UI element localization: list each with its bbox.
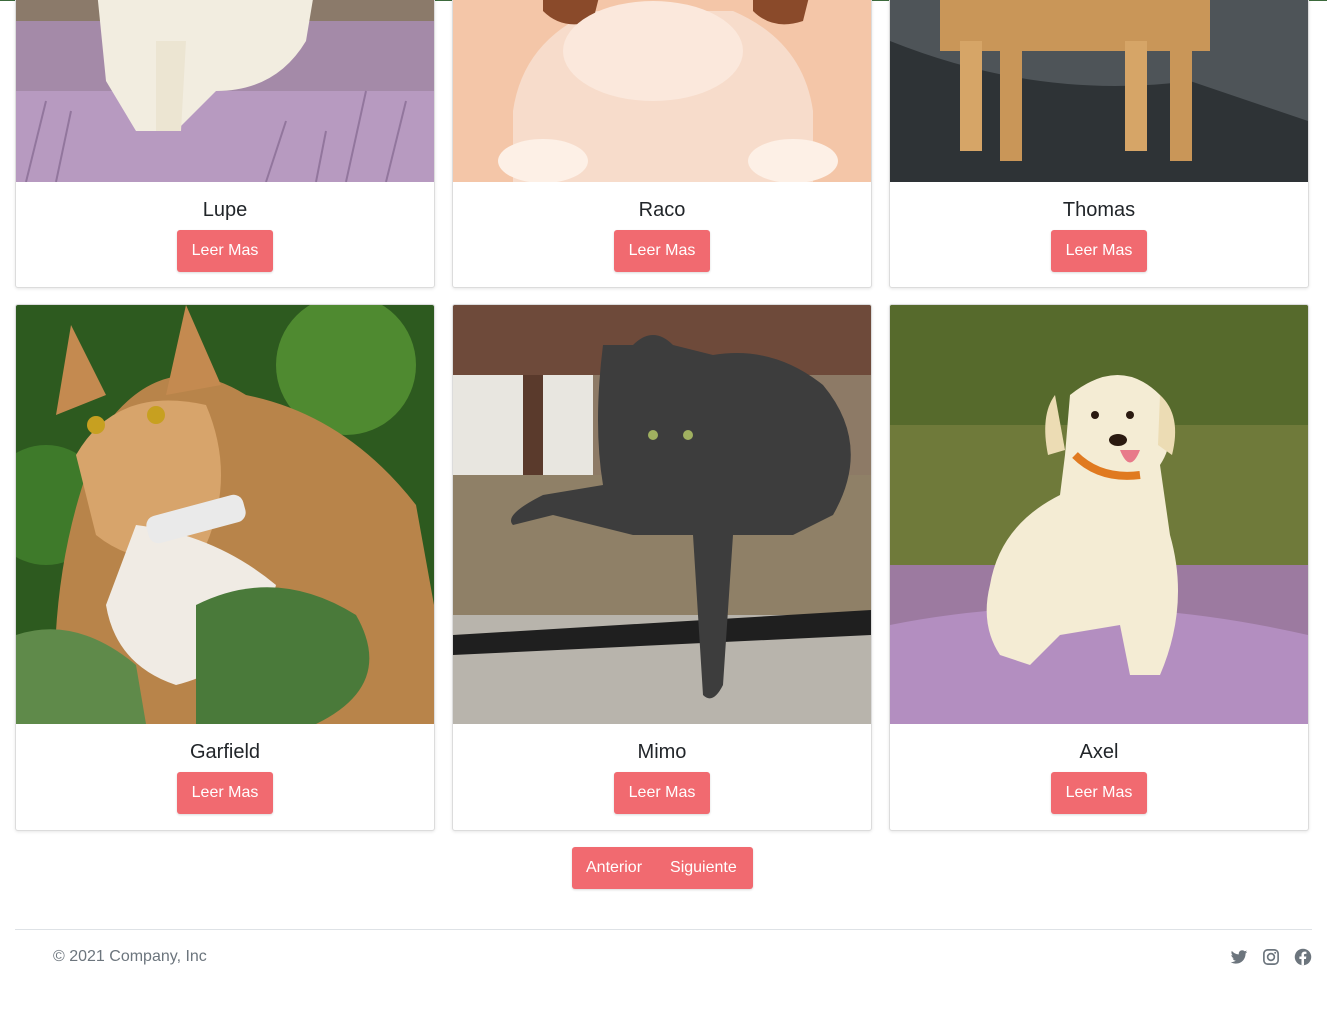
pet-photo-thomas[interactable] xyxy=(890,0,1308,182)
read-more-button[interactable]: Leer Mas xyxy=(177,772,273,814)
pet-name: Mimo xyxy=(637,741,687,763)
pet-photo-lupe[interactable] xyxy=(16,0,434,182)
read-more-button[interactable]: Leer Mas xyxy=(614,230,710,272)
social-links xyxy=(1216,948,1312,966)
facebook-icon[interactable] xyxy=(1294,948,1312,966)
pet-card-lupe: Lupe Leer Mas xyxy=(15,0,435,288)
pet-name: Axel xyxy=(1079,741,1119,763)
pet-name: Raco xyxy=(638,199,686,221)
pet-card-thomas: Thomas Leer Mas xyxy=(889,0,1309,288)
pagination: Anterior Siguiente xyxy=(572,847,753,889)
read-more-button[interactable]: Leer Mas xyxy=(1051,230,1147,272)
footer-copyright: © 2021 Company, Inc xyxy=(53,948,207,965)
next-page-button[interactable]: Siguiente xyxy=(670,859,737,877)
read-more-button[interactable]: Leer Mas xyxy=(177,230,273,272)
read-more-button[interactable]: Leer Mas xyxy=(1051,772,1147,814)
pet-photo-garfield[interactable] xyxy=(16,305,434,724)
pet-name: Garfield xyxy=(189,741,261,763)
pet-name: Thomas xyxy=(1062,199,1136,221)
footer-divider xyxy=(15,929,1312,930)
twitter-icon[interactable] xyxy=(1230,948,1248,966)
pet-photo-axel[interactable] xyxy=(890,305,1308,724)
read-more-button[interactable]: Leer Mas xyxy=(614,772,710,814)
instagram-icon[interactable] xyxy=(1262,948,1280,966)
pet-card-mimo: Mimo Leer Mas xyxy=(452,304,872,831)
pet-card-garfield: Garfield Leer Mas xyxy=(15,304,435,831)
pet-card-raco: Raco Leer Mas xyxy=(452,0,872,288)
previous-page-button[interactable]: Anterior xyxy=(586,859,642,877)
pet-card-axel: Axel Leer Mas xyxy=(889,304,1309,831)
pet-name: Lupe xyxy=(202,199,248,221)
pet-photo-raco[interactable] xyxy=(453,0,871,182)
pet-photo-mimo[interactable] xyxy=(453,305,871,724)
